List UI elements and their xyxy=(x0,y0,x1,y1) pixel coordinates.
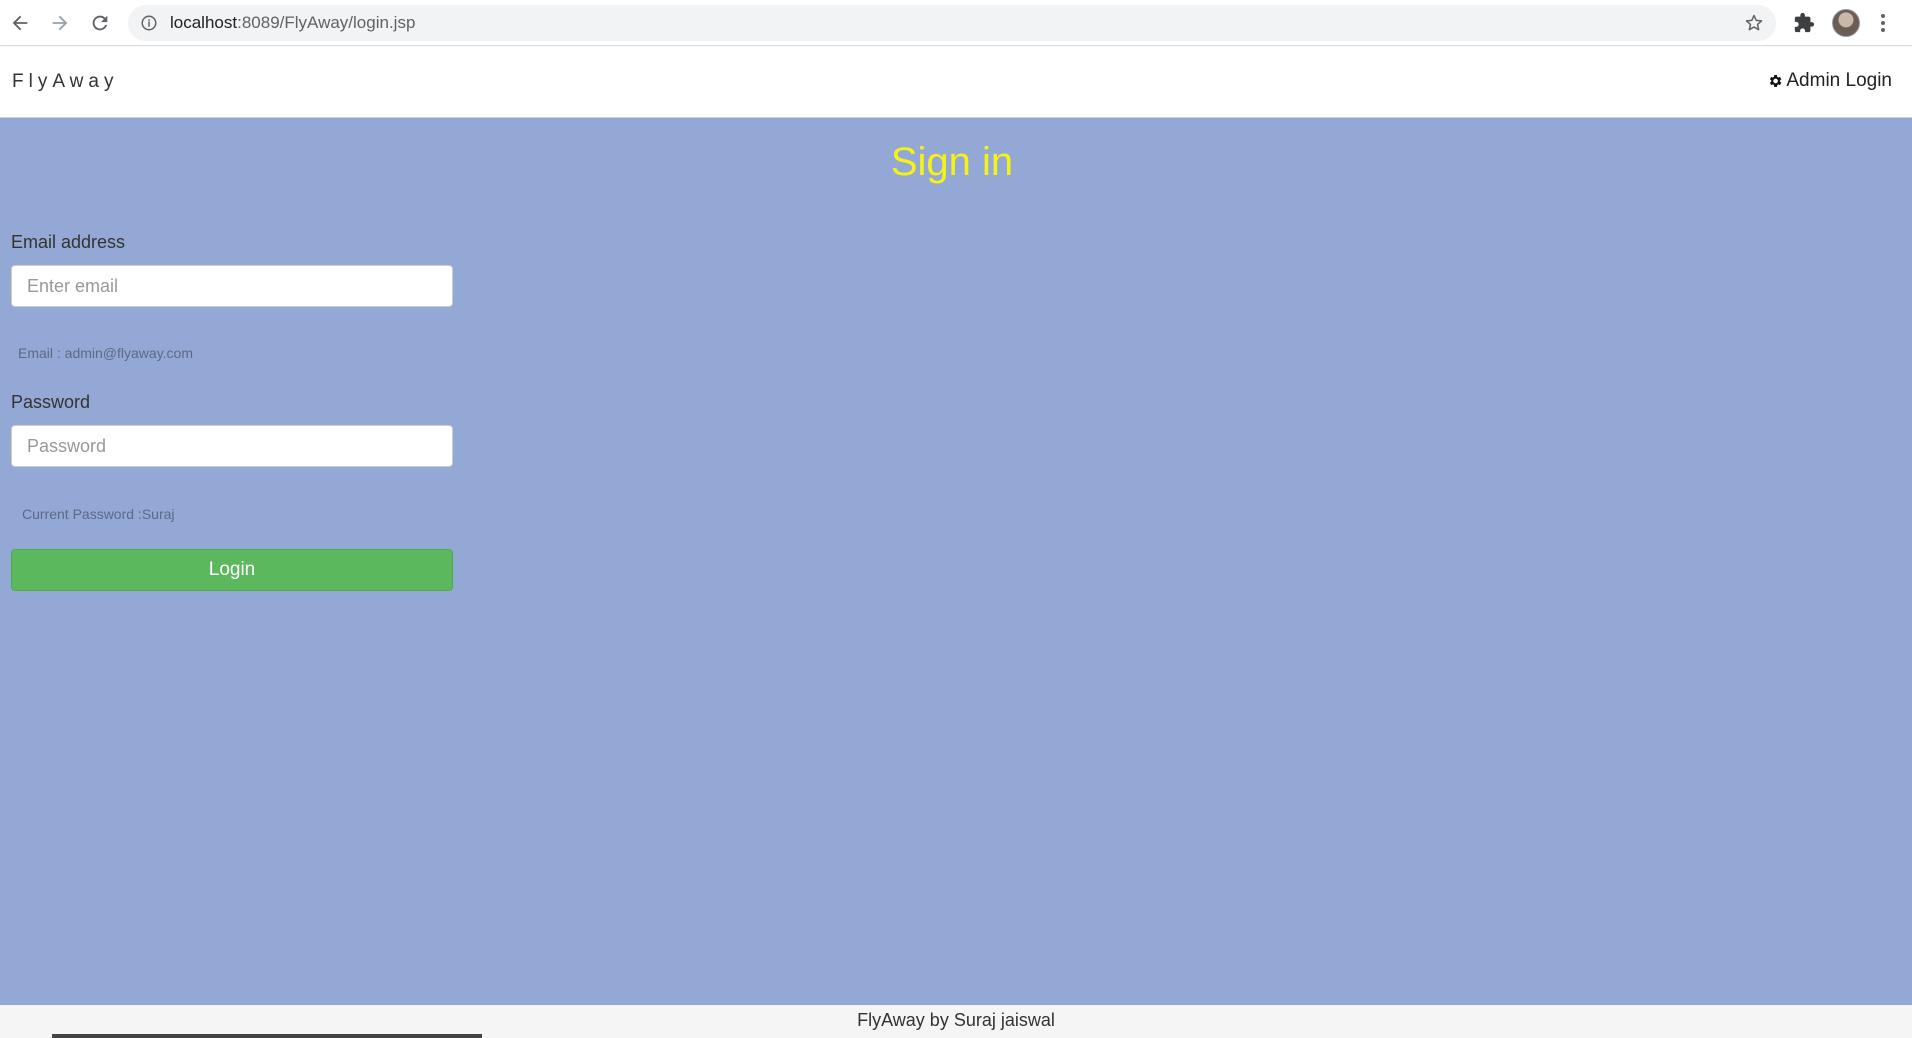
extensions-puzzle-icon[interactable] xyxy=(1793,12,1815,34)
email-label: Email address xyxy=(11,232,126,252)
url-host: localhost xyxy=(170,13,238,32)
browser-toolbar: localhost:8089/FlyAway/login.jsp xyxy=(0,0,1912,46)
login-page-body: Sign in Email address Email : admin@flya… xyxy=(0,118,1912,1005)
address-bar[interactable]: localhost:8089/FlyAway/login.jsp xyxy=(128,5,1776,41)
password-input[interactable] xyxy=(11,425,453,467)
admin-login-label: Admin Login xyxy=(1786,70,1892,91)
admin-login-link[interactable]: Admin Login xyxy=(1767,70,1892,92)
password-label: Password xyxy=(11,392,91,412)
site-navbar: FlyAway Admin Login xyxy=(0,47,1912,118)
brand-link[interactable]: FlyAway xyxy=(12,71,118,93)
page-title: Sign in xyxy=(890,140,1014,184)
arrow-left-icon xyxy=(12,15,28,30)
url-text[interactable]: localhost:8089/FlyAway/login.jsp xyxy=(170,13,415,33)
bookmark-star-icon[interactable] xyxy=(1744,13,1764,33)
info-icon[interactable] xyxy=(140,14,158,32)
email-hint: Email : admin@flyaway.com xyxy=(18,345,193,361)
profile-avatar[interactable] xyxy=(1832,9,1860,37)
more-menu-icon[interactable] xyxy=(1876,11,1890,35)
horizontal-scrollbar[interactable] xyxy=(52,1034,482,1038)
gear-icon xyxy=(1770,75,1782,87)
reload-button[interactable] xyxy=(80,3,120,43)
arrow-right-icon xyxy=(52,15,68,30)
reload-icon xyxy=(92,15,108,30)
url-path: :8089/FlyAway/login.jsp xyxy=(237,13,416,32)
forward-button[interactable] xyxy=(40,3,80,43)
login-button[interactable]: Login xyxy=(11,549,453,591)
password-hint: Current Password :Suraj xyxy=(22,506,175,522)
email-input[interactable] xyxy=(11,265,453,307)
back-button[interactable] xyxy=(0,3,40,43)
